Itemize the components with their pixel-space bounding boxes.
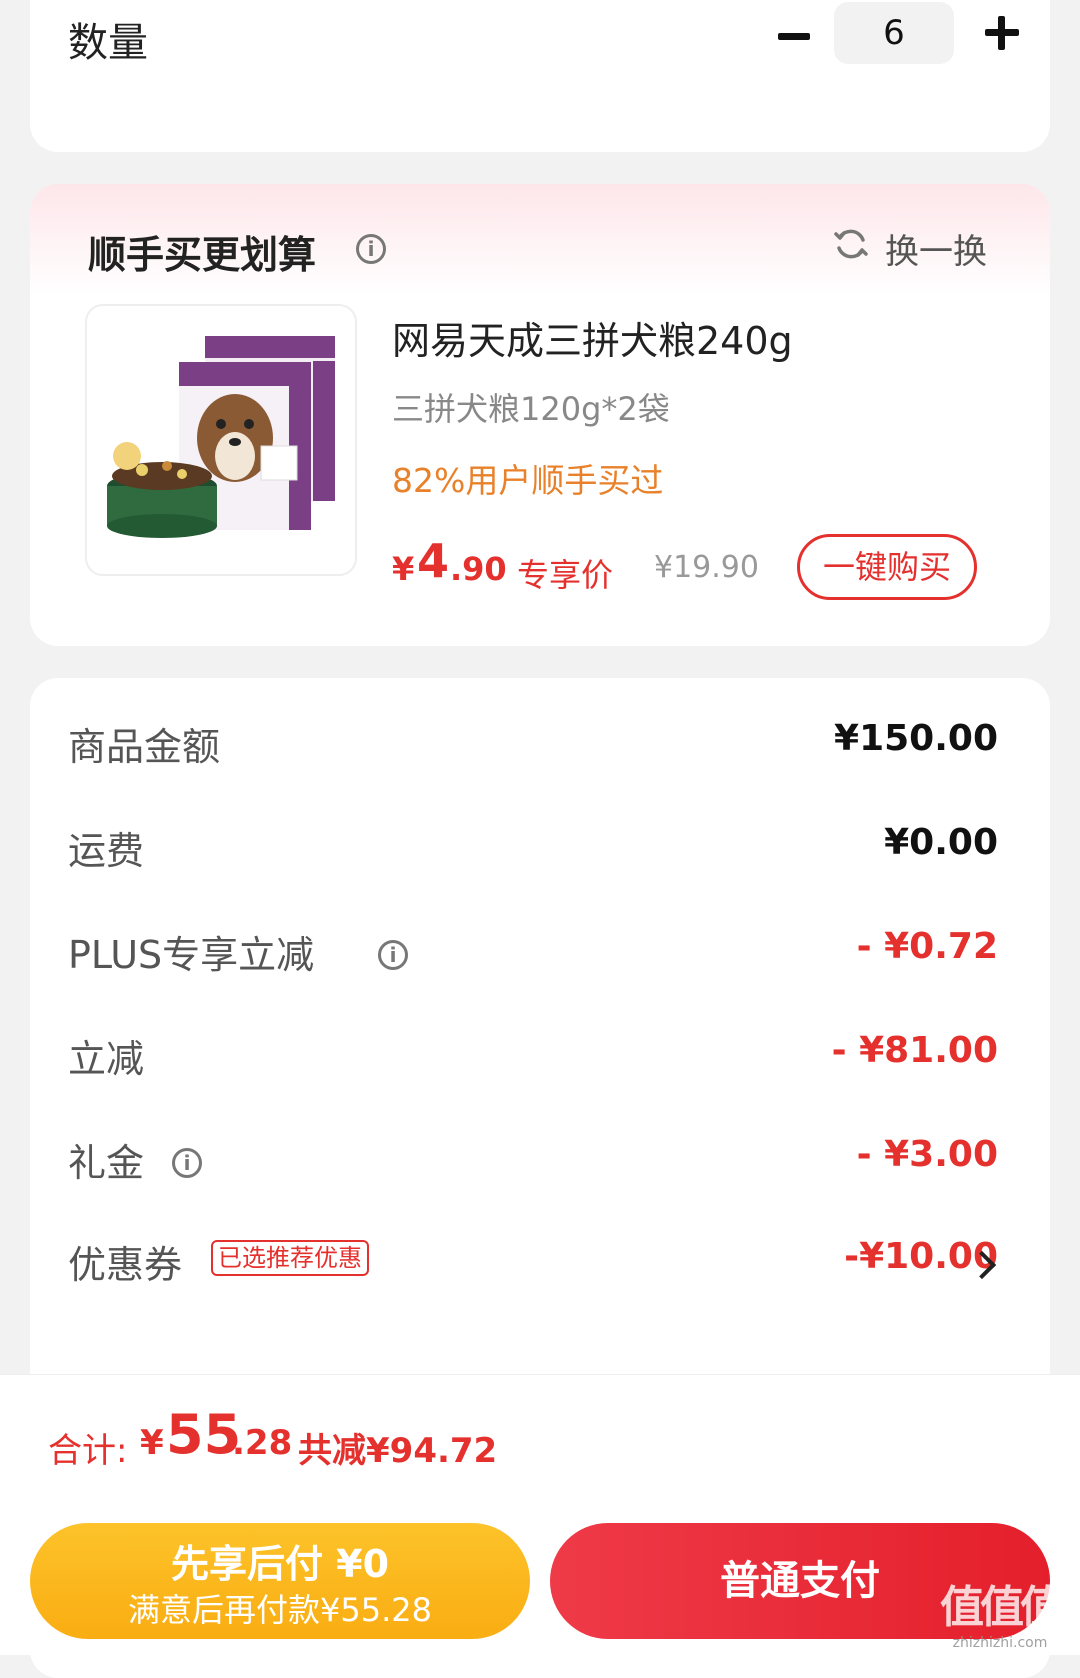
one-click-buy-button[interactable]: 一键购买 [797, 534, 977, 600]
watermark-domain: zhizhizhi.com [952, 1635, 1048, 1651]
total-decimal: .28 [232, 1423, 293, 1463]
price-decimal: .90 [450, 550, 507, 588]
watermark: 值值值 zhizhizhi.com [925, 1571, 1075, 1651]
upsell-title: 顺手买更划算 [88, 233, 317, 277]
summary-label: 立减 [68, 1037, 145, 1081]
summary-label: 礼金 [68, 1141, 145, 1185]
info-icon[interactable]: i [356, 234, 386, 264]
product-name[interactable]: 网易天成三拼犬粮240g [392, 310, 793, 365]
summary-label: 优惠券 [68, 1243, 183, 1287]
summary-row-instant-discount: 立减 - ¥81.00 [68, 1028, 998, 1088]
summary-value: - ¥81.00 [831, 1030, 998, 1071]
coupon-badge: 已选推荐优惠 [211, 1240, 369, 1276]
total-integer: 55 [166, 1403, 242, 1466]
info-icon[interactable]: i [378, 940, 408, 970]
checkout-bar: 合计: ¥ 55 .28 共减¥94.72 先享后付 ¥0 满意后再付款¥55.… [0, 1374, 1080, 1655]
summary-row-shipping: 运费 ¥0.00 [68, 820, 998, 880]
price-integer: 4 [417, 534, 450, 588]
summary-label: 商品金额 [68, 725, 221, 769]
social-proof-text: 82%用户顺手买过 [392, 461, 664, 500]
product-image[interactable] [85, 304, 357, 576]
original-price: ¥19.90 [654, 550, 759, 585]
refresh-icon[interactable] [833, 226, 869, 262]
summary-value: - ¥0.72 [856, 926, 998, 967]
product-price-row: ¥ 4 .90 专享价 ¥19.90 一键购买 [392, 534, 1012, 600]
pay-later-button[interactable]: 先享后付 ¥0 满意后再付款¥55.28 [30, 1523, 530, 1639]
total-row: 合计: ¥ 55 .28 共减¥94.72 [48, 1403, 948, 1473]
swap-button[interactable]: 换一换 [885, 224, 987, 273]
price-currency: ¥ [392, 550, 415, 588]
summary-row-goods-amount: 商品金额 ¥150.00 [68, 716, 998, 776]
pay-later-main-label: 先享后付 ¥0 [170, 1542, 390, 1586]
summary-row-gift-money: 礼金 i - ¥3.00 [68, 1132, 998, 1192]
total-saved: 共减¥94.72 [298, 1431, 498, 1471]
summary-row-coupon[interactable]: 优惠券 已选推荐优惠 -¥10.00 [68, 1234, 998, 1294]
total-label: 合计: [48, 1431, 128, 1471]
pay-later-sub-label: 满意后再付款¥55.28 [128, 1591, 432, 1629]
summary-label: PLUS专享立减 [68, 933, 315, 977]
summary-label: 运费 [68, 829, 145, 873]
info-icon[interactable]: i [172, 1148, 202, 1178]
quantity-label: 数量 [68, 20, 148, 66]
watermark-text: 值值值 [940, 1582, 1064, 1633]
summary-value: ¥0.00 [884, 822, 998, 863]
exclusive-price-tag: 专享价 [517, 556, 614, 594]
total-currency: ¥ [140, 1423, 164, 1463]
summary-value: ¥150.00 [834, 718, 998, 759]
quantity-input[interactable]: 6 [834, 2, 954, 64]
upsell-card: 顺手买更划算 i 换一换 网易天成三拼犬粮240g 三拼犬粮120g*2袋 82… [30, 184, 1050, 646]
summary-row-plus-discount: PLUS专享立减 i - ¥0.72 [68, 924, 998, 984]
quantity-increase-button[interactable] [985, 16, 1019, 50]
dog-food-package-image [107, 336, 335, 538]
product-spec: 三拼犬粮120g*2袋 [392, 390, 670, 428]
quantity-card: 数量 6 [30, 0, 1050, 152]
summary-value: - ¥3.00 [856, 1134, 998, 1175]
quantity-decrease-button[interactable] [778, 33, 810, 40]
